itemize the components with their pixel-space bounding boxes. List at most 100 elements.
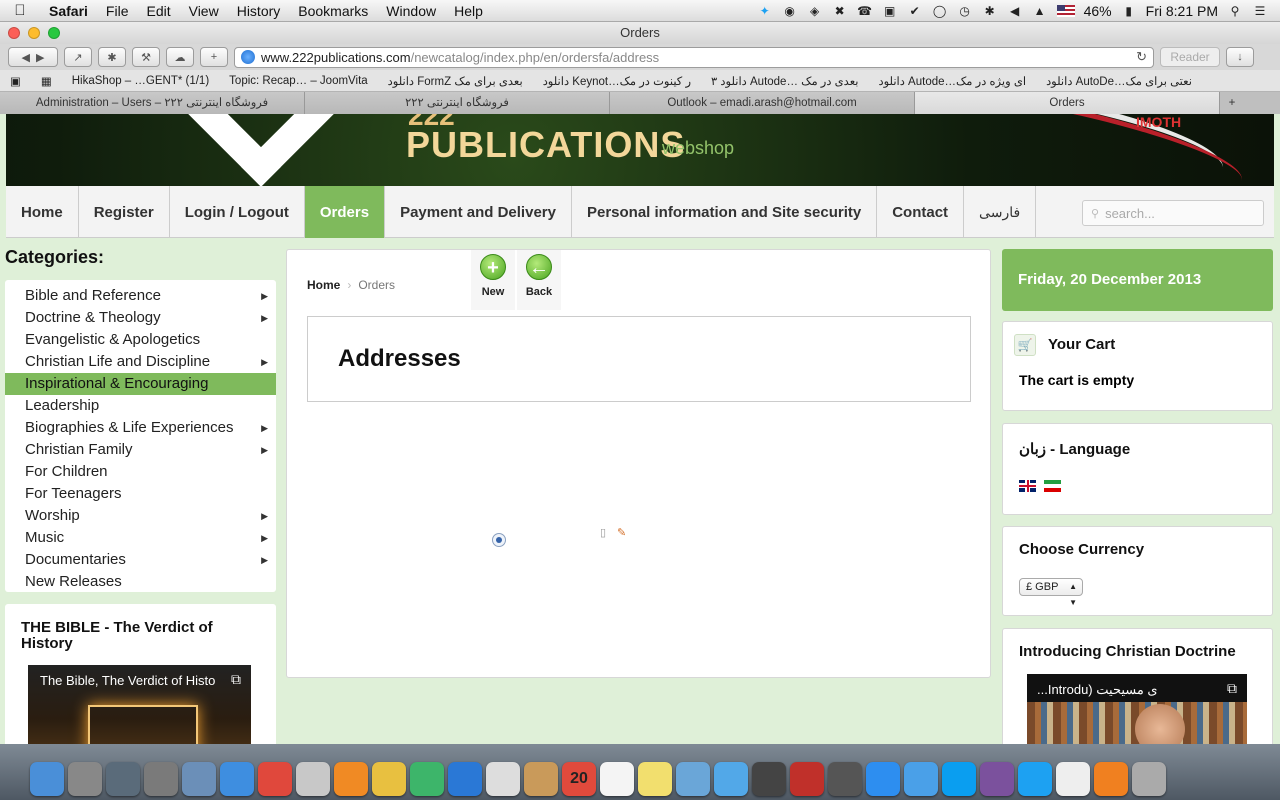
gear-icon[interactable] [144, 762, 178, 796]
bookmark-item[interactable]: دانلود FormZ بعدی برای مک [388, 74, 523, 88]
bluetooth-icon[interactable]: ✱ [982, 3, 998, 19]
search-input[interactable]: ⚲ search... [1082, 200, 1264, 226]
category-item[interactable]: For Teenagers [5, 483, 276, 505]
photobooth-icon[interactable] [790, 762, 824, 796]
camera-icon[interactable] [828, 762, 862, 796]
nav-payment[interactable]: Payment and Delivery [385, 186, 572, 238]
delete-icon[interactable]: ▯ [600, 526, 612, 540]
itunes-icon[interactable] [904, 762, 938, 796]
bookmark-item[interactable]: دانلود ۳ Autode… بعدی در مک [711, 74, 858, 88]
new-tab-button[interactable]: + [200, 47, 228, 67]
bookmarks-book-icon[interactable]: ▣ [10, 74, 21, 88]
clock[interactable]: Fri 8:21 PM [1146, 3, 1218, 19]
spotlight-icon[interactable]: ⚲ [1227, 3, 1243, 19]
share-icon[interactable]: ⧉ [1227, 680, 1237, 697]
close-window-icon[interactable] [8, 27, 20, 39]
trash-icon[interactable] [1132, 762, 1166, 796]
chrome-icon[interactable] [258, 762, 292, 796]
minimize-window-icon[interactable] [28, 27, 40, 39]
chart-icon[interactable] [410, 762, 444, 796]
nav-farsi[interactable]: فارسی [964, 186, 1037, 238]
category-item[interactable]: Leadership [5, 395, 276, 417]
preview-icon[interactable] [676, 762, 710, 796]
notification-center-icon[interactable]: ☰ [1252, 3, 1268, 19]
tab-orders[interactable]: Orders [915, 92, 1220, 114]
iran-flag-icon[interactable] [1044, 479, 1061, 492]
cart-title[interactable]: Your Cart [1048, 336, 1115, 353]
contacts-icon[interactable] [524, 762, 558, 796]
tab-shop[interactable]: فروشگاه اینترنتی ۲۲۲ [305, 92, 610, 114]
time-machine-icon[interactable]: ◷ [957, 3, 973, 19]
viber-status-icon[interactable]: ☎ [857, 3, 873, 19]
breadcrumb-home[interactable]: Home [307, 278, 340, 292]
english-flag-icon[interactable] [1019, 479, 1036, 492]
category-item[interactable]: Christian Life and Discipline ▶ [5, 351, 276, 373]
bookmark-item[interactable]: دانلود Keynot…ر کینوت در مک [543, 74, 691, 88]
top-sites-icon[interactable]: ▦ [41, 74, 52, 88]
calendar-icon[interactable]: 20 [562, 762, 596, 796]
twitter-status-icon[interactable]: ✦ [757, 3, 773, 19]
category-item[interactable]: Inspirational & Encouraging [5, 373, 276, 395]
stickies-icon[interactable] [638, 762, 672, 796]
category-item[interactable]: For Children [5, 461, 276, 483]
bookmark-item[interactable]: HikaShop – …GENT* (1/1) [72, 75, 209, 87]
speech-bubble-icon[interactable]: ◯ [932, 3, 948, 19]
stamp-icon[interactable] [296, 762, 330, 796]
zoom-window-icon[interactable] [48, 27, 60, 39]
menu-window[interactable]: Window [377, 3, 445, 19]
category-item[interactable]: Doctrine & Theology ▶ [5, 307, 276, 329]
apple-icon[interactable]:  [0, 2, 40, 19]
text-icon[interactable] [486, 762, 520, 796]
compass-icon[interactable] [220, 762, 254, 796]
check-status-icon[interactable]: ✔ [907, 3, 923, 19]
category-item[interactable]: Bible and Reference ▶ [5, 285, 276, 307]
menu-help[interactable]: Help [445, 3, 492, 19]
viber-icon[interactable] [980, 762, 1014, 796]
currency-select[interactable]: £ GBP ▲ ▼ [1019, 578, 1083, 607]
add-tab-icon[interactable]: + [1220, 92, 1244, 114]
reader-button[interactable]: Reader [1160, 47, 1220, 67]
bookmark-item[interactable]: دانلود AutoDe…نعتی برای مک [1046, 74, 1192, 88]
address-radio[interactable] [492, 533, 506, 547]
battery-percent[interactable]: 46% [1084, 3, 1112, 19]
nav-orders[interactable]: Orders [304, 186, 386, 238]
facetime-icon[interactable] [752, 762, 786, 796]
nav-contact[interactable]: Contact [877, 186, 965, 238]
tools-button[interactable]: ⚒ [132, 47, 160, 67]
vlc-icon[interactable] [1094, 762, 1128, 796]
downloads-button[interactable]: ↓ [1226, 47, 1254, 67]
menu-edit[interactable]: Edit [137, 3, 179, 19]
category-item[interactable]: Evangelistic & Apologetics [5, 329, 276, 351]
edit-icon[interactable]: ✎ [617, 526, 629, 540]
textedit-icon[interactable] [1056, 762, 1090, 796]
finder-icon[interactable] [30, 762, 64, 796]
nav-register[interactable]: Register [79, 186, 170, 238]
category-item[interactable]: Biographies & Life Experiences ▶ [5, 417, 276, 439]
reminders-icon[interactable] [600, 762, 634, 796]
bookmark-item[interactable]: Topic: Recap… – JoomVita [229, 75, 368, 87]
chat-status-icon[interactable]: ◉ [782, 3, 798, 19]
wifi-icon[interactable]: ▲ [1032, 3, 1048, 19]
nav-home[interactable]: Home [6, 186, 79, 238]
category-item[interactable]: Music ▶ [5, 527, 276, 549]
extensions-button[interactable]: ✱ [98, 47, 126, 67]
appstore-icon[interactable] [866, 762, 900, 796]
address-bar[interactable]: www.222publications.com /newcatalog/inde… [234, 46, 1154, 68]
category-item[interactable]: Christian Family ▶ [5, 439, 276, 461]
category-item[interactable]: New Releases [5, 571, 276, 593]
keynote-icon[interactable] [448, 762, 482, 796]
nav-personal-info[interactable]: Personal information and Site security [572, 186, 878, 238]
cart-icon[interactable]: 🛒 [1014, 334, 1036, 356]
book-icon[interactable] [334, 762, 368, 796]
new-button[interactable]: + New [471, 250, 515, 310]
reload-icon[interactable]: ↻ [1136, 49, 1147, 65]
folder-icon[interactable] [106, 762, 140, 796]
tools-status-icon[interactable]: ✖ [832, 3, 848, 19]
menu-view[interactable]: View [180, 3, 228, 19]
category-item[interactable]: Worship ▶ [5, 505, 276, 527]
bible-video-player[interactable]: The Bible, The Verdict of Histo ⧉ [28, 665, 251, 744]
eagle-icon[interactable] [182, 762, 216, 796]
category-item[interactable]: Documentaries ▶ [5, 549, 276, 571]
doctrine-video-player[interactable]: ...Introdu) ی مسیحیت ⧉ [1027, 674, 1247, 744]
notes-icon[interactable] [372, 762, 406, 796]
